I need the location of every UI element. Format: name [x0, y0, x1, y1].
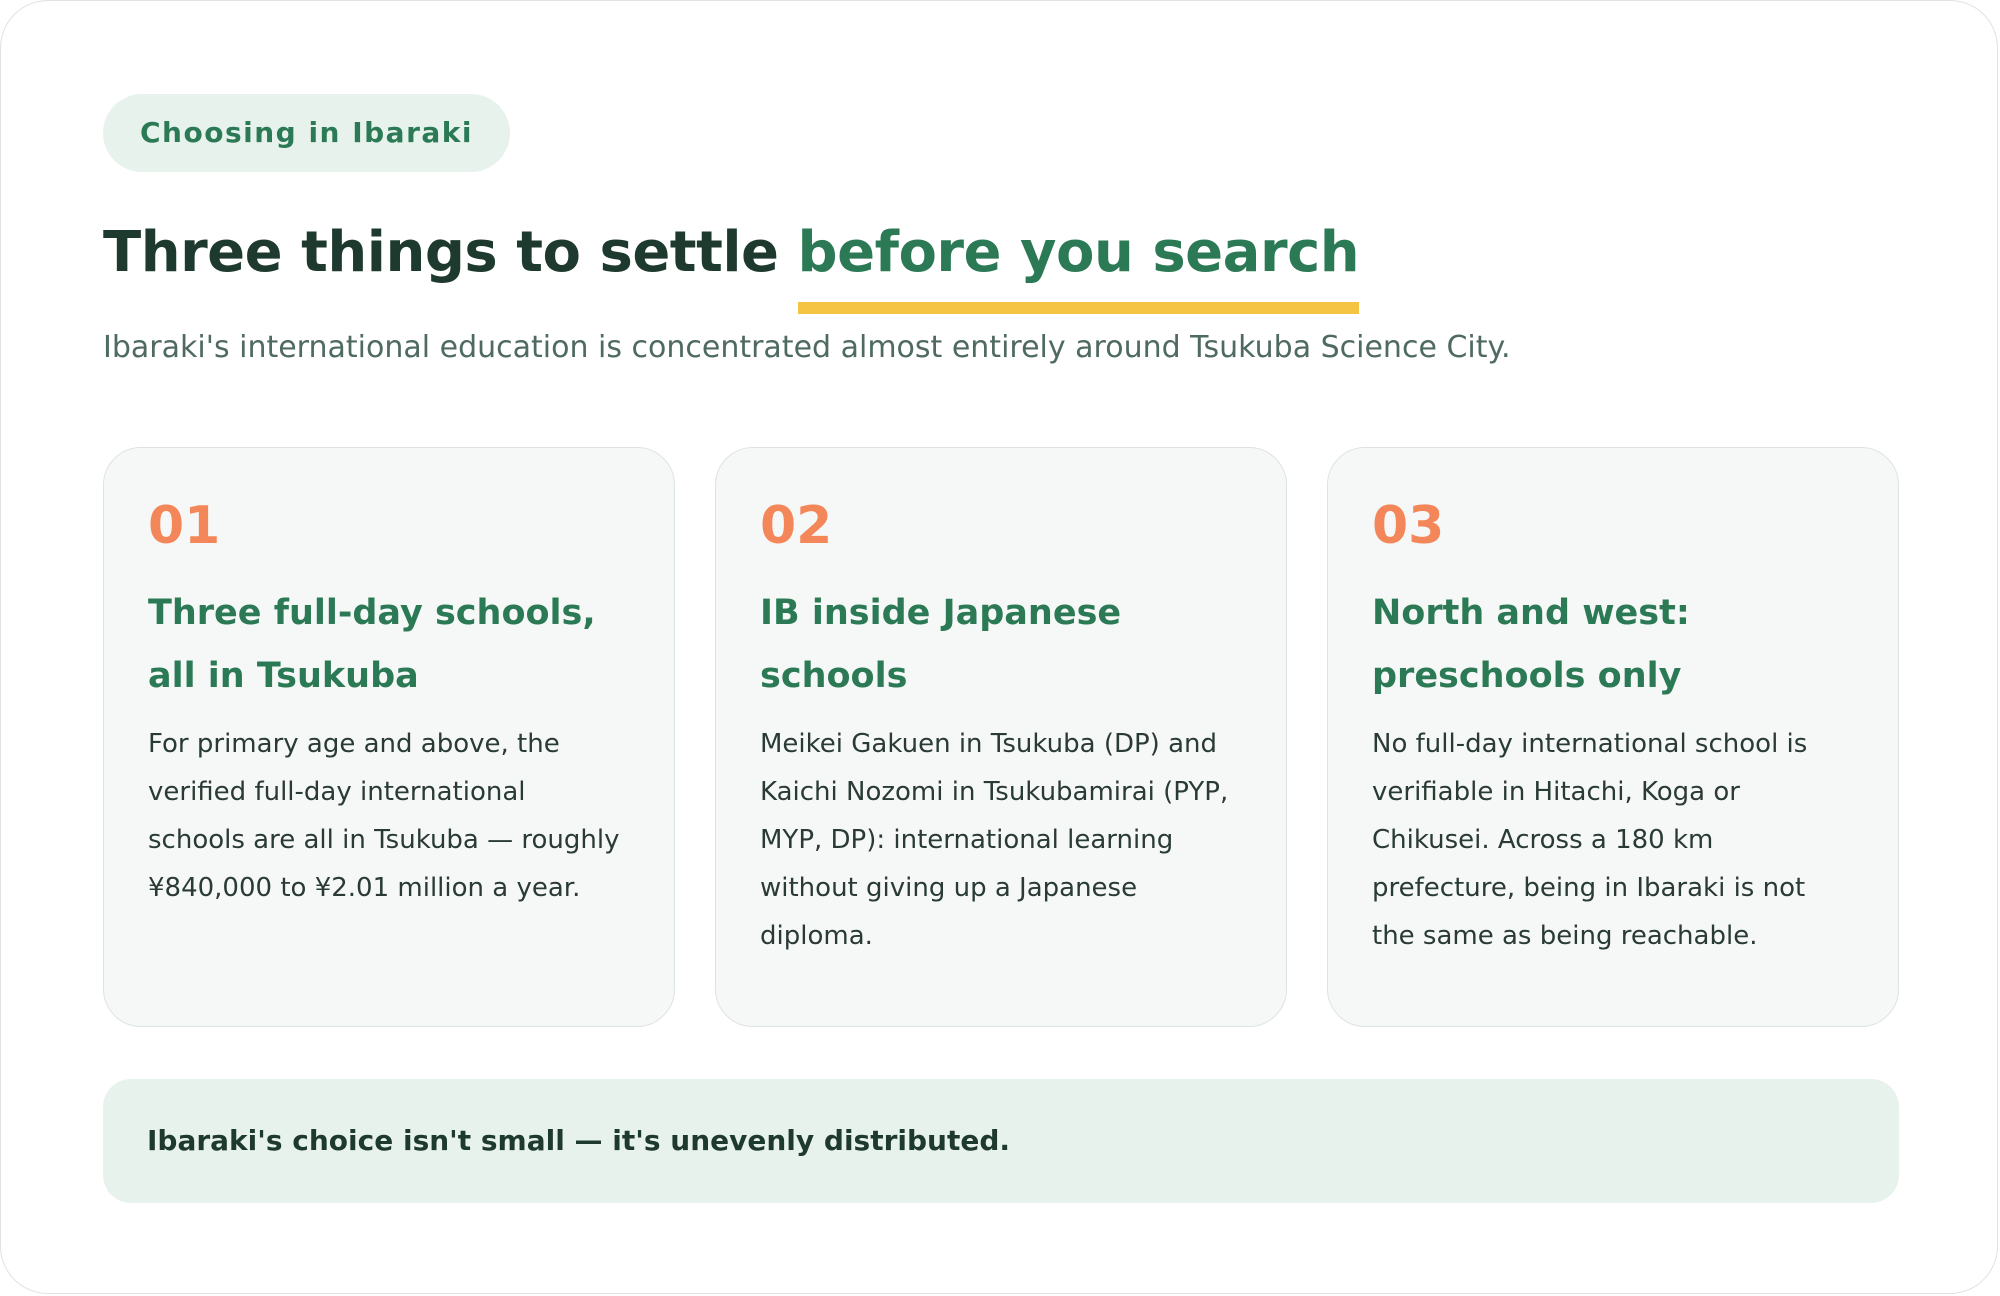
card-title: Three full-day schools, all in Tsukuba — [148, 593, 596, 696]
card-body: For primary age and above, the verified … — [148, 729, 620, 903]
cards-row: 01 Three full-day schools, all in Tsukub… — [103, 447, 1899, 1027]
card-title: North and west: preschools only — [1372, 593, 1690, 696]
page-subtitle: Ibaraki's international education is con… — [103, 330, 1511, 365]
card-body: No full-day international school is veri… — [1372, 729, 1808, 951]
headline-accent: before you search — [797, 218, 1360, 314]
info-card-3: 03 North and west: preschools only No fu… — [1327, 447, 1899, 1027]
main-content: Choosing in Ibaraki Three things to sett… — [103, 94, 1899, 1203]
card-number: 01 — [148, 496, 221, 556]
info-card-2: 02 IB inside Japanese schools Meikei Gak… — [715, 447, 1287, 1027]
card-body: Meikei Gakuen in Tsukuba (DP) and Kaichi… — [760, 729, 1229, 951]
info-card-1: 01 Three full-day schools, all in Tsukub… — [103, 447, 675, 1027]
page-headline: Three things to settle before you search — [103, 218, 1899, 314]
callout-text: Ibaraki's choice isn't small — it's unev… — [147, 1124, 1011, 1157]
card-number: 02 — [760, 496, 833, 556]
summary-callout: Ibaraki's choice isn't small — it's unev… — [103, 1079, 1899, 1203]
headline-lead: Three things to settle — [103, 220, 798, 285]
card-title: IB inside Japanese schools — [760, 593, 1122, 696]
card-number: 03 — [1372, 496, 1445, 556]
page-frame: Choosing in Ibaraki Three things to sett… — [0, 0, 1998, 1294]
section-eyebrow-tag: Choosing in Ibaraki — [103, 94, 510, 172]
